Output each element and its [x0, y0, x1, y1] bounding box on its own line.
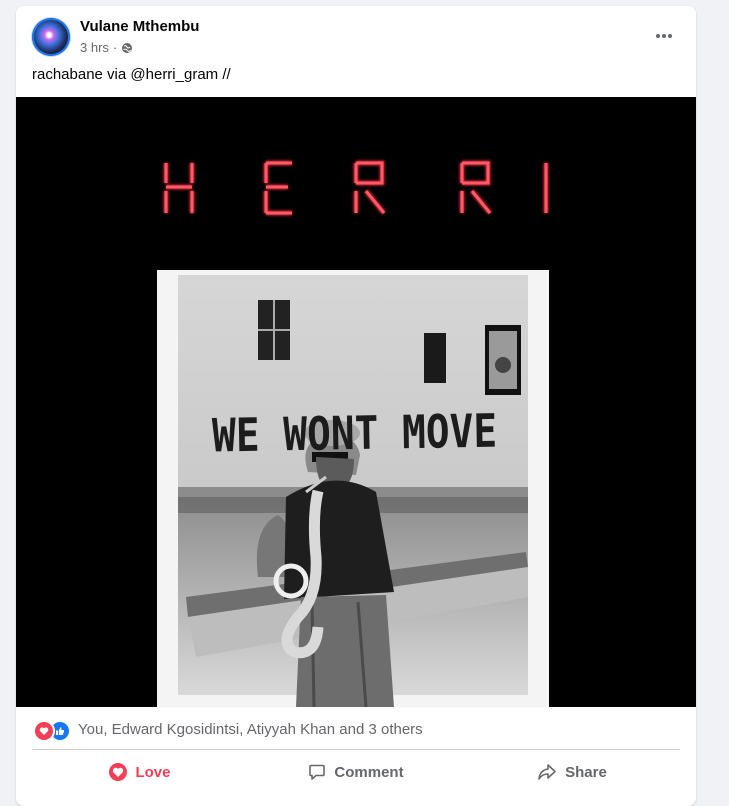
author-name[interactable]: Vulane Mthembu — [80, 18, 199, 35]
post-caption: rachabane via @herri_gram // — [32, 66, 231, 83]
post-time[interactable]: 3 hrs — [80, 40, 109, 55]
share-label: Share — [565, 763, 607, 781]
wall-graffiti: WE WONT MOVE — [212, 404, 498, 463]
more-options-button[interactable] — [650, 24, 678, 48]
globe-icon — [122, 42, 133, 53]
post-card: Vulane Mthembu 3 hrs · rachabane via @he… — [16, 6, 696, 806]
post-actions: Love Comment Share — [32, 754, 680, 790]
love-icon — [33, 720, 55, 742]
share-icon — [538, 764, 556, 780]
love-label: Love — [135, 763, 171, 781]
reaction-names[interactable]: You, Edward Kgosidintsi, Atiyyah Khan an… — [78, 721, 423, 738]
heart-icon — [109, 763, 128, 781]
post-meta: 3 hrs · — [80, 40, 133, 55]
post-header: Vulane Mthembu 3 hrs · rachabane via @he… — [16, 6, 696, 96]
meta-separator: · — [112, 40, 118, 55]
reaction-icons — [33, 720, 73, 742]
share-button[interactable]: Share — [464, 754, 680, 790]
love-button[interactable]: Love — [32, 754, 248, 790]
action-divider — [32, 749, 680, 750]
reaction-summary[interactable]: You, Edward Kgosidintsi, Atiyyah Khan an… — [16, 707, 696, 751]
comment-label: Comment — [334, 763, 404, 781]
inner-photograph — [157, 270, 549, 707]
comment-icon — [309, 764, 326, 780]
author-avatar[interactable] — [32, 18, 70, 56]
post-photo[interactable]: WE WONT MOVE — [16, 97, 696, 707]
comment-button[interactable]: Comment — [248, 754, 464, 790]
